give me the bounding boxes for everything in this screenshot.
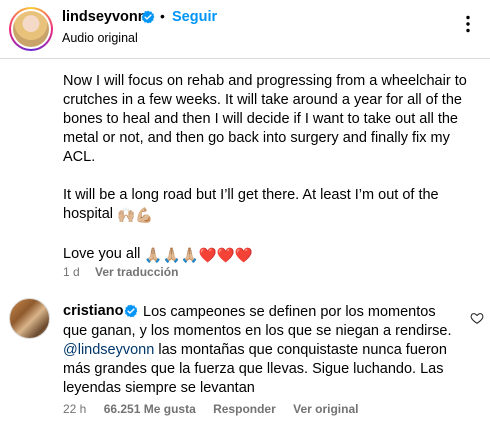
- heart-icon[interactable]: [470, 311, 484, 325]
- post-caption: Now I will focus on rehab and progressin…: [63, 72, 483, 266]
- comment-timestamp[interactable]: 22 h: [63, 402, 86, 416]
- post-meta: 1 d Ver traducción: [63, 265, 190, 279]
- caption-paragraph: It will be a long road but I’ll get ther…: [63, 186, 483, 226]
- caption-paragraph: Now I will focus on rehab and progressin…: [63, 73, 467, 165]
- author-avatar[interactable]: [9, 7, 53, 51]
- verified-badge-icon: [141, 10, 155, 24]
- comment-likes[interactable]: 66.251 Me gusta: [104, 402, 196, 416]
- see-original-button[interactable]: Ver original: [293, 402, 358, 416]
- caption-paragraph: Love you all 🙏🏼🙏🏼🙏🏼❤️❤️❤️: [63, 245, 483, 266]
- caption-emojis: 🙌🏼💪🏼: [117, 208, 154, 224]
- commenter-avatar[interactable]: [9, 298, 50, 339]
- author-username[interactable]: lindseyvonn: [62, 9, 147, 25]
- header-divider: [0, 58, 490, 59]
- translate-button[interactable]: Ver traducción: [95, 265, 178, 279]
- more-options-icon[interactable]: [458, 14, 478, 34]
- caption-emojis: 🙏🏼🙏🏼🙏🏼❤️❤️❤️: [144, 248, 253, 264]
- audio-label[interactable]: Audio original: [62, 31, 138, 45]
- post-timestamp[interactable]: 1 d: [63, 265, 80, 279]
- reply-button[interactable]: Responder: [213, 402, 276, 416]
- author-avatar-image: [13, 11, 49, 47]
- separator-dot: •: [160, 8, 165, 24]
- comment-meta: 22 h 66.251 Me gusta Responder Ver origi…: [63, 402, 372, 416]
- follow-button[interactable]: Seguir: [172, 9, 217, 25]
- commenter-username[interactable]: cristiano: [63, 303, 126, 319]
- caption-text: Love you all: [63, 246, 141, 262]
- verified-badge-icon: [124, 304, 138, 318]
- mention-link[interactable]: @lindseyvonn: [63, 342, 154, 358]
- post-header: lindseyvonn • Seguir Audio original: [0, 0, 490, 58]
